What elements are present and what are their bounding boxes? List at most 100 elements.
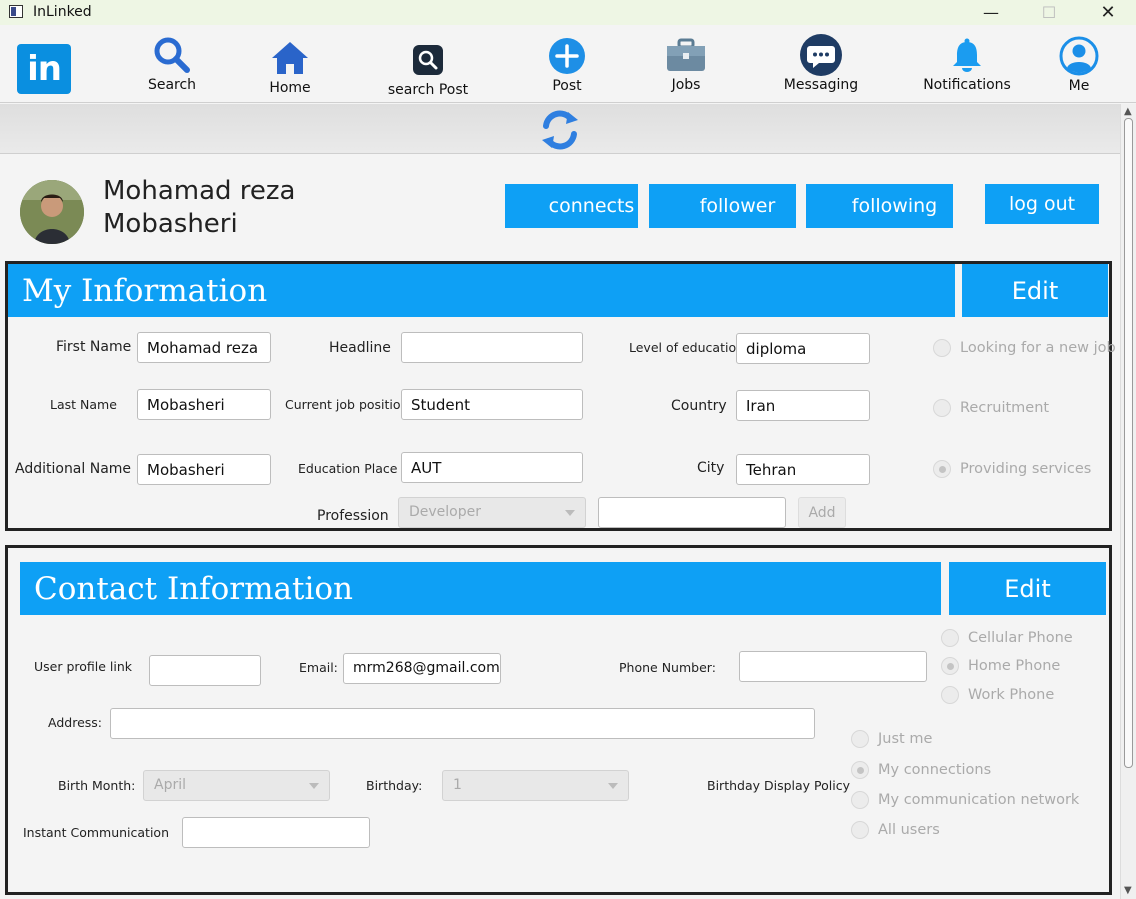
job-status-radio-looking[interactable]: Looking for a new job	[933, 339, 1116, 357]
follower-button[interactable]: follower	[649, 184, 796, 228]
logo-text: in	[27, 49, 62, 89]
window-title: InLinked	[33, 4, 92, 20]
address-field[interactable]	[110, 708, 815, 739]
profile-second-line: Mobasheri	[103, 209, 238, 239]
phone-type-radio-home[interactable]: Home Phone	[941, 657, 1060, 675]
current-job-field[interactable]: Student	[401, 389, 583, 420]
phone-number-field[interactable]	[739, 651, 927, 682]
instant-communication-field[interactable]	[182, 817, 370, 848]
country-field[interactable]: Iran	[736, 390, 870, 421]
nav-home[interactable]: Home	[235, 36, 345, 106]
nav-jobs[interactable]: Jobs	[631, 33, 741, 103]
briefcase-icon	[665, 33, 707, 77]
birthday-policy-radio-just-me[interactable]: Just me	[851, 730, 932, 748]
birthday-dropdown[interactable]: 1	[442, 770, 629, 801]
birthday-policy-radio-network[interactable]: My communication network	[851, 791, 1079, 809]
current-job-label: Current job position	[285, 397, 409, 412]
nav-notifications[interactable]: Notifications	[912, 33, 1022, 103]
radio-label: My connections	[878, 762, 992, 778]
phone-type-radio-work[interactable]: Work Phone	[941, 686, 1054, 704]
education-place-field[interactable]: AUT	[401, 452, 583, 483]
scroll-up-arrow[interactable]: ▲	[1124, 106, 1132, 117]
profession-label: Profession	[317, 508, 389, 524]
nav-me[interactable]: Me	[1024, 34, 1134, 104]
last-name-label: Last Name	[50, 397, 117, 412]
logout-button[interactable]: log out	[985, 184, 1099, 224]
profession-input[interactable]	[598, 497, 786, 528]
home-icon	[270, 36, 310, 80]
radio-indicator	[933, 460, 951, 478]
birthday-selected: 1	[453, 777, 462, 793]
contact-information-edit-button[interactable]: Edit	[949, 562, 1106, 615]
radio-label: Work Phone	[968, 687, 1055, 703]
window-title-bar	[0, 0, 1136, 25]
email-label: Email:	[299, 660, 338, 675]
nav-label: Jobs	[671, 77, 701, 93]
radio-label: My communication network	[878, 792, 1080, 808]
phone-type-radio-cellular[interactable]: Cellular Phone	[941, 629, 1073, 647]
close-button[interactable]: ✕	[1085, 0, 1131, 25]
scrollbar-thumb[interactable]	[1124, 118, 1133, 768]
profile-first-line: Mohamad reza	[103, 176, 296, 206]
nav-label: Home	[269, 80, 311, 96]
chat-bubble-icon	[799, 33, 843, 77]
following-button[interactable]: following	[806, 184, 953, 228]
nav-label: Post	[552, 78, 582, 94]
birthday-policy-radio-all-users[interactable]: All users	[851, 821, 940, 839]
education-level-field[interactable]: diploma	[736, 333, 870, 364]
radio-label: Looking for a new job	[960, 340, 1116, 356]
nav-label: Me	[1068, 78, 1090, 94]
my-information-title: My Information	[8, 264, 955, 317]
nav-search-post[interactable]: search Post	[373, 38, 483, 108]
radio-indicator	[851, 821, 869, 839]
search-icon	[152, 33, 192, 77]
address-label: Address:	[48, 715, 102, 730]
chevron-down-icon	[608, 783, 618, 789]
first-name-field[interactable]: Mohamad reza	[137, 332, 271, 363]
education-level-label: Level of education	[629, 340, 745, 355]
chevron-down-icon	[309, 783, 319, 789]
last-name-field[interactable]: Mobasheri	[137, 389, 271, 420]
birth-month-dropdown[interactable]: April	[143, 770, 330, 801]
radio-label: All users	[878, 822, 940, 838]
nav-label: Messaging	[783, 77, 859, 93]
profession-dropdown[interactable]: Developer	[398, 497, 586, 528]
email-field[interactable]: mrm268@gmail.com	[343, 653, 501, 684]
refresh-icon[interactable]	[538, 108, 582, 156]
radio-indicator	[851, 730, 869, 748]
profile-link-field[interactable]	[149, 655, 261, 686]
headline-field[interactable]	[401, 332, 583, 363]
education-place-label: Education Place	[298, 461, 398, 476]
app-window-icon	[9, 5, 23, 18]
profile-link-label: User profile link	[34, 659, 133, 674]
headline-label: Headline	[329, 340, 391, 356]
radio-label: Home Phone	[968, 658, 1061, 674]
linkedin-logo[interactable]: in	[17, 44, 71, 94]
nav-label: Notifications	[923, 77, 1011, 93]
profile-name: Mohamad reza Mobasheri	[103, 175, 295, 241]
maximize-button[interactable]: ☐	[1026, 0, 1072, 25]
additional-name-field[interactable]: Mobasheri	[137, 454, 271, 485]
nav-label: Search	[147, 77, 197, 93]
nav-search[interactable]: Search	[117, 33, 227, 103]
minimize-button[interactable]: —	[968, 0, 1014, 25]
profession-selected: Developer	[409, 504, 482, 520]
radio-indicator	[933, 399, 951, 417]
nav-messaging[interactable]: Messaging	[766, 33, 876, 103]
scroll-down-arrow[interactable]: ▼	[1124, 885, 1132, 896]
user-icon	[1059, 34, 1099, 78]
radio-label: Cellular Phone	[968, 630, 1073, 646]
contact-information-title: Contact Information	[20, 562, 941, 615]
job-status-radio-recruitment[interactable]: Recruitment	[933, 399, 1049, 417]
my-information-edit-button[interactable]: Edit	[962, 264, 1108, 317]
birthday-policy-radio-connections[interactable]: My connections	[851, 761, 991, 779]
plus-circle-icon	[547, 34, 587, 78]
profession-add-button[interactable]: Add	[798, 497, 846, 528]
radio-indicator	[851, 761, 869, 779]
country-label: Country	[671, 398, 727, 414]
nav-post[interactable]: Post	[512, 34, 622, 104]
connects-button[interactable]: connects	[505, 184, 638, 228]
city-field[interactable]: Tehran	[736, 454, 870, 485]
birth-month-label: Birth Month:	[58, 778, 136, 793]
job-status-radio-services[interactable]: Providing services	[933, 460, 1091, 478]
